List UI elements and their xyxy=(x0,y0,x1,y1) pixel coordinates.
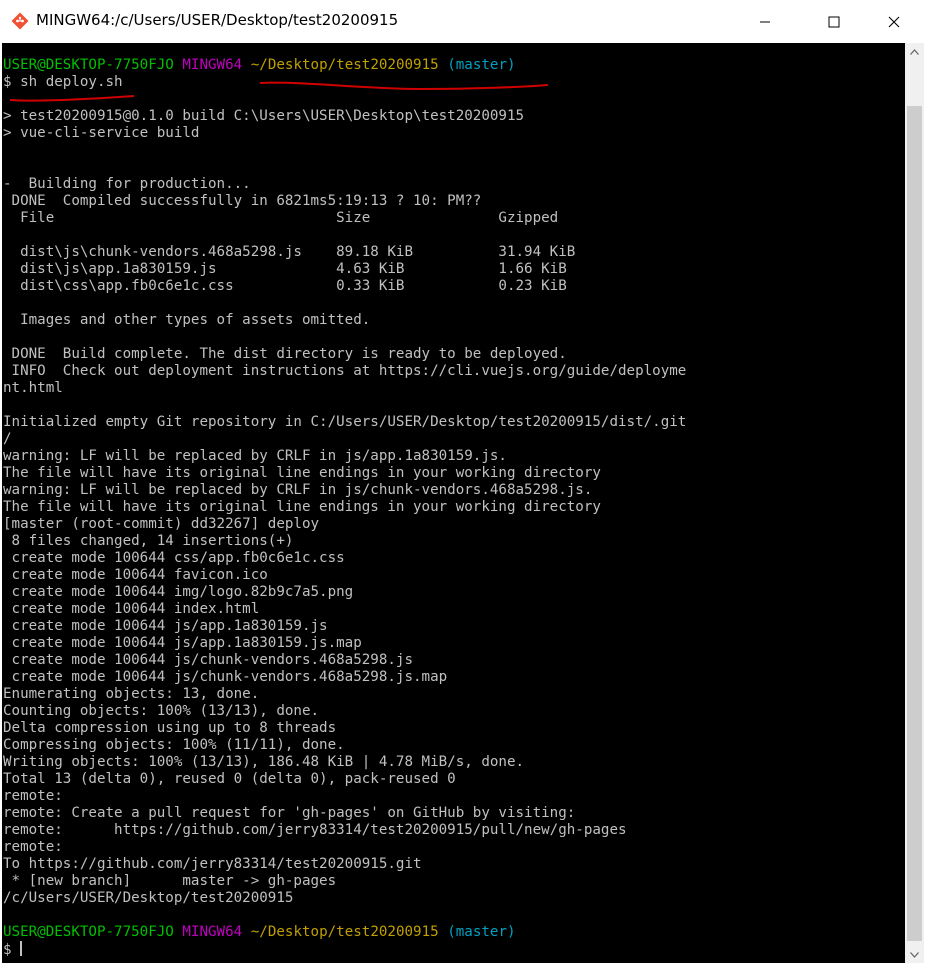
text-cursor xyxy=(20,941,23,956)
output-line: File Size Gzipped xyxy=(3,210,559,226)
prompt-env: MINGW64 xyxy=(182,57,243,73)
close-button[interactable] xyxy=(871,0,917,43)
output-line: remote: Create a pull request for 'gh-pa… xyxy=(3,805,576,821)
chevron-down-icon xyxy=(910,951,919,958)
terminal-output-area[interactable]: USER@DESKTOP-7750FJO MINGW64 ~/Desktop/t… xyxy=(2,43,905,963)
prompt-env: MINGW64 xyxy=(182,924,243,940)
prompt-branch: (master) xyxy=(447,57,516,73)
output-line: - Building for production... xyxy=(3,176,251,192)
output-line: The file will have its original line end… xyxy=(3,499,601,515)
output-line: warning: LF will be replaced by CRLF in … xyxy=(3,448,507,464)
output-line: warning: LF will be replaced by CRLF in … xyxy=(3,482,593,498)
output-line: create mode 100644 index.html xyxy=(3,601,260,617)
scroll-down-button[interactable] xyxy=(905,946,924,963)
output-line: Images and other types of assets omitted… xyxy=(3,312,371,328)
terminal-window: MINGW64:/c/Users/USER/Desktop/test202009… xyxy=(0,0,926,965)
output-line: / xyxy=(3,431,12,447)
output-line: Counting objects: 100% (13/13), done. xyxy=(3,703,320,719)
output-line: DONE Compiled successfully in 6821ms5:19… xyxy=(3,193,482,209)
prompt-symbol: $ xyxy=(3,942,12,958)
prompt-line-2: USER@DESKTOP-7750FJO MINGW64 ~/Desktop/t… xyxy=(3,924,686,941)
output-line: /c/Users/USER/Desktop/test20200915 xyxy=(3,890,294,906)
output-line: * [new branch] master -> gh-pages xyxy=(3,873,337,889)
output-line: Enumerating objects: 13, done. xyxy=(3,686,260,702)
output-line: The file will have its original line end… xyxy=(3,465,601,481)
prompt-symbol: $ xyxy=(3,74,12,90)
maximize-button[interactable] xyxy=(811,0,857,43)
output-line: Compressing objects: 100% (11/11), done. xyxy=(3,737,345,753)
prompt-line: USER@DESKTOP-7750FJO MINGW64 ~/Desktop/t… xyxy=(3,57,686,74)
output-line: To https://github.com/jerry83314/test202… xyxy=(3,856,422,872)
title-bar[interactable]: MINGW64:/c/Users/USER/Desktop/test202009… xyxy=(0,0,926,43)
output-line: > vue-cli-service build xyxy=(3,125,200,141)
output-line: Writing objects: 100% (13/13), 186.48 Ki… xyxy=(3,754,525,770)
minimize-button[interactable] xyxy=(742,0,788,43)
output-line: create mode 100644 favicon.ico xyxy=(3,567,268,583)
output-line: remote: xyxy=(3,839,63,855)
prompt-branch: (master) xyxy=(447,924,516,940)
output-line: [master (root-commit) dd32267] deploy xyxy=(3,516,320,532)
input-line[interactable]: $ xyxy=(3,941,686,958)
output-line: dist\css\app.fb0c6e1c.css 0.33 KiB 0.23 … xyxy=(3,278,567,294)
prompt-path: ~/Desktop/test20200915 xyxy=(250,924,439,940)
command-text: sh deploy.sh xyxy=(20,74,123,90)
maximize-icon xyxy=(828,16,840,27)
scrollbar-thumb[interactable] xyxy=(907,106,922,941)
command-line: $ sh deploy.sh xyxy=(3,74,686,91)
output-line: create mode 100644 img/logo.82b9c7a5.png xyxy=(3,584,354,600)
output-line: create mode 100644 js/app.1a830159.js xyxy=(3,618,328,634)
command-output: > test20200915@0.1.0 build C:\Users\USER… xyxy=(3,91,686,924)
output-line: create mode 100644 css/app.fb0c6e1c.css xyxy=(3,550,345,566)
output-line: Initialized empty Git repository in C:/U… xyxy=(3,414,687,430)
prompt-user-host: USER@DESKTOP-7750FJO xyxy=(3,57,174,73)
prompt-user-host: USER@DESKTOP-7750FJO xyxy=(3,924,174,940)
output-line: create mode 100644 js/chunk-vendors.468a… xyxy=(3,652,413,668)
vertical-scrollbar[interactable] xyxy=(905,43,924,963)
output-line: DONE Build complete. The dist directory … xyxy=(3,346,567,362)
output-line: > test20200915@0.1.0 build C:\Users\USER… xyxy=(3,108,525,124)
output-line: remote: https://github.com/jerry83314/te… xyxy=(3,822,627,838)
output-line: Total 13 (delta 0), reused 0 (delta 0), … xyxy=(3,771,456,787)
git-logo-icon xyxy=(11,12,29,30)
terminal-lines: USER@DESKTOP-7750FJO MINGW64 ~/Desktop/t… xyxy=(3,57,686,958)
output-line: nt.html xyxy=(3,380,63,396)
output-line: dist\js\chunk-vendors.468a5298.js 89.18 … xyxy=(3,244,576,260)
chevron-up-icon xyxy=(910,48,919,55)
output-line: Delta compression using up to 8 threads xyxy=(3,720,337,736)
output-line: remote: xyxy=(3,788,63,804)
output-line: create mode 100644 js/chunk-vendors.468a… xyxy=(3,669,448,685)
minimize-icon xyxy=(760,21,770,22)
output-line: create mode 100644 js/app.1a830159.js.ma… xyxy=(3,635,362,651)
output-line: 8 files changed, 14 insertions(+) xyxy=(3,533,294,549)
output-line: INFO Check out deployment instructions a… xyxy=(3,363,687,379)
scroll-up-button[interactable] xyxy=(905,43,924,60)
prompt-path: ~/Desktop/test20200915 xyxy=(250,57,439,73)
window-title: MINGW64:/c/Users/USER/Desktop/test202009… xyxy=(36,11,399,29)
output-line: dist\js\app.1a830159.js 4.63 KiB 1.66 Ki… xyxy=(3,261,567,277)
close-icon xyxy=(888,16,900,27)
